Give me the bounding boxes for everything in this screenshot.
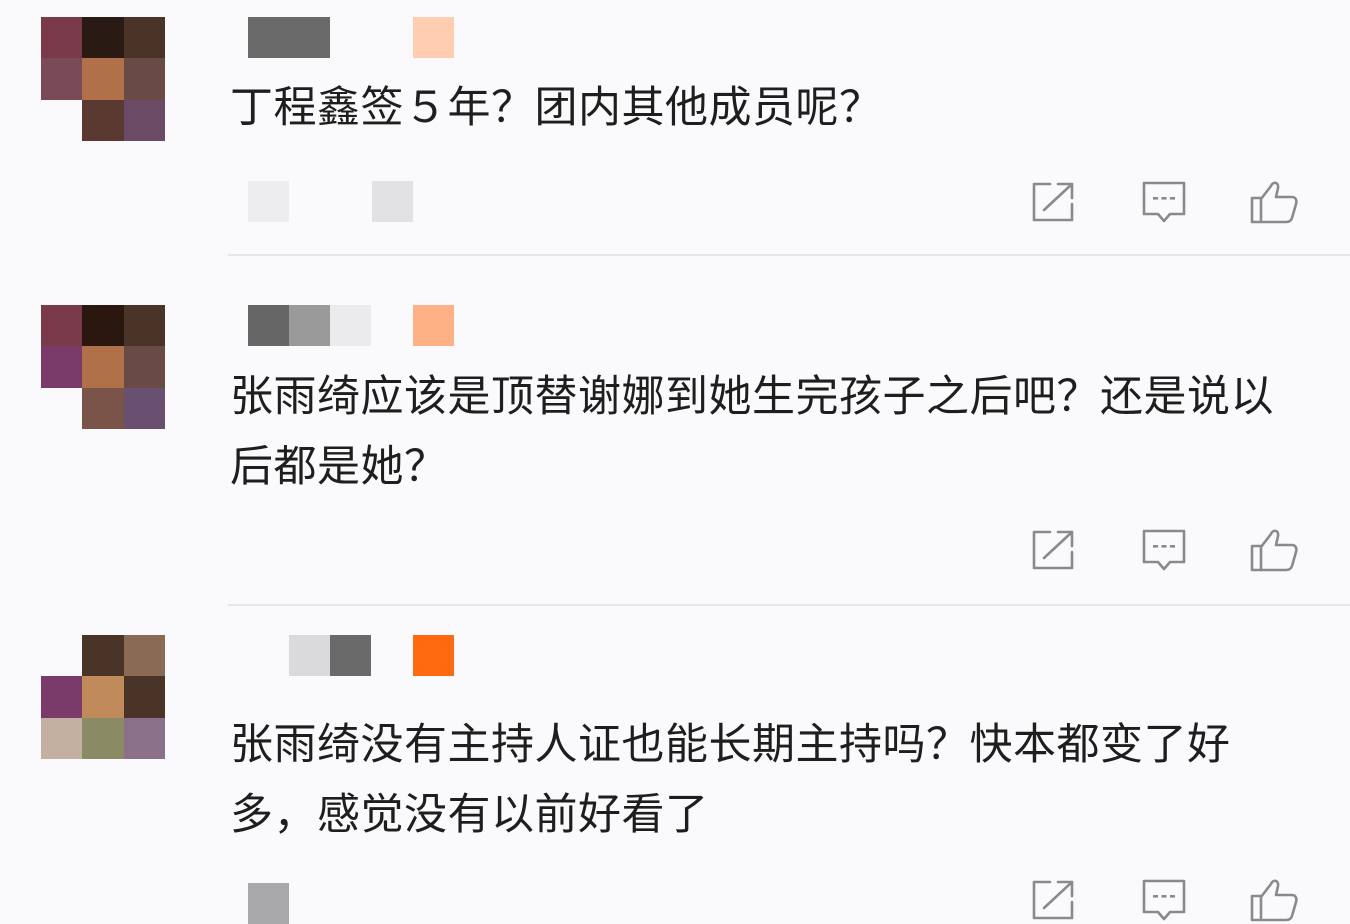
user-badge-redacted: [413, 17, 454, 58]
reply-button[interactable]: [1139, 526, 1189, 574]
share-icon: [1032, 182, 1074, 222]
meta-redaction-block: [248, 883, 289, 924]
user-badge-redacted: [413, 635, 454, 676]
like-button[interactable]: [1249, 178, 1299, 226]
name-redaction-block: [248, 635, 289, 676]
avatar-pixel: [82, 58, 124, 100]
comment-icon: [1142, 529, 1186, 571]
share-icon: [1032, 530, 1074, 570]
avatar-pixel: [82, 676, 124, 718]
avatar-pixel: [41, 99, 83, 141]
reply-button[interactable]: [1139, 876, 1189, 924]
user-badge-redacted: [413, 305, 454, 346]
comment-actions: [1028, 178, 1303, 226]
like-button[interactable]: [1249, 526, 1299, 574]
name-redaction-block: [289, 17, 330, 58]
username-redacted[interactable]: [248, 305, 458, 346]
reply-button[interactable]: [1139, 178, 1189, 226]
avatar-pixel: [41, 346, 83, 388]
username-redacted[interactable]: [248, 635, 458, 676]
name-redaction-block: [330, 305, 371, 346]
avatar-pixel: [82, 99, 124, 141]
avatar-pixel: [82, 17, 124, 59]
avatar-pixel: [123, 305, 165, 347]
thumbs-up-icon: [1250, 529, 1298, 572]
thumbs-up-icon: [1250, 181, 1298, 224]
avatar[interactable]: [41, 635, 165, 759]
share-button[interactable]: [1028, 876, 1078, 924]
avatar-pixel: [123, 58, 165, 100]
avatar-pixel: [123, 387, 165, 429]
avatar-pixel: [123, 346, 165, 388]
username-redacted[interactable]: [248, 17, 458, 58]
avatar[interactable]: [41, 305, 165, 429]
avatar-pixel: [82, 346, 124, 388]
name-redaction-block: [289, 635, 330, 676]
avatar-pixel: [123, 635, 165, 677]
name-redaction-block: [248, 17, 289, 58]
avatar-pixel: [82, 387, 124, 429]
comment-actions: [1028, 526, 1303, 574]
avatar-pixel: [82, 305, 124, 347]
avatar-pixel: [123, 99, 165, 141]
divider: [228, 604, 1350, 606]
comment-icon: [1142, 181, 1186, 223]
avatar[interactable]: [41, 17, 165, 141]
share-button[interactable]: [1028, 178, 1078, 226]
name-redaction-block: [289, 305, 330, 346]
avatar-pixel: [41, 387, 83, 429]
comment-meta-redacted: [248, 181, 418, 222]
like-button[interactable]: [1249, 876, 1299, 924]
avatar-pixel: [123, 17, 165, 59]
avatar-pixel: [123, 676, 165, 718]
name-redaction-block: [248, 305, 289, 346]
meta-redaction-block: [310, 181, 351, 222]
avatar-pixel: [41, 635, 83, 677]
avatar-pixel: [41, 58, 83, 100]
share-icon: [1032, 880, 1074, 920]
avatar-pixel: [82, 717, 124, 759]
meta-redaction-block: [372, 181, 413, 222]
avatar-pixel: [41, 305, 83, 347]
thumbs-up-icon: [1250, 879, 1298, 922]
comment-text: 张雨绮没有主持人证也能长期主持吗？快本都变了好多，感觉没有以前好看了: [230, 720, 1231, 840]
divider: [228, 254, 1350, 256]
meta-redaction-block: [248, 181, 289, 222]
comment-icon: [1142, 879, 1186, 921]
avatar-pixel: [41, 676, 83, 718]
share-button[interactable]: [1028, 526, 1078, 574]
avatar-pixel: [41, 717, 83, 759]
name-redaction-block: [330, 17, 371, 58]
avatar-pixel: [82, 635, 124, 677]
comment-text: 张雨绮应该是顶替谢娜到她生完孩子之后吧？还是说以后都是她？: [230, 372, 1274, 492]
comment-actions: [1028, 876, 1303, 924]
avatar-pixel: [123, 717, 165, 759]
comment-meta-redacted: [248, 883, 308, 924]
comment-text: 丁程鑫签５年？团内其他成员呢？: [230, 83, 883, 133]
name-redaction-block: [330, 635, 371, 676]
avatar-pixel: [41, 17, 83, 59]
